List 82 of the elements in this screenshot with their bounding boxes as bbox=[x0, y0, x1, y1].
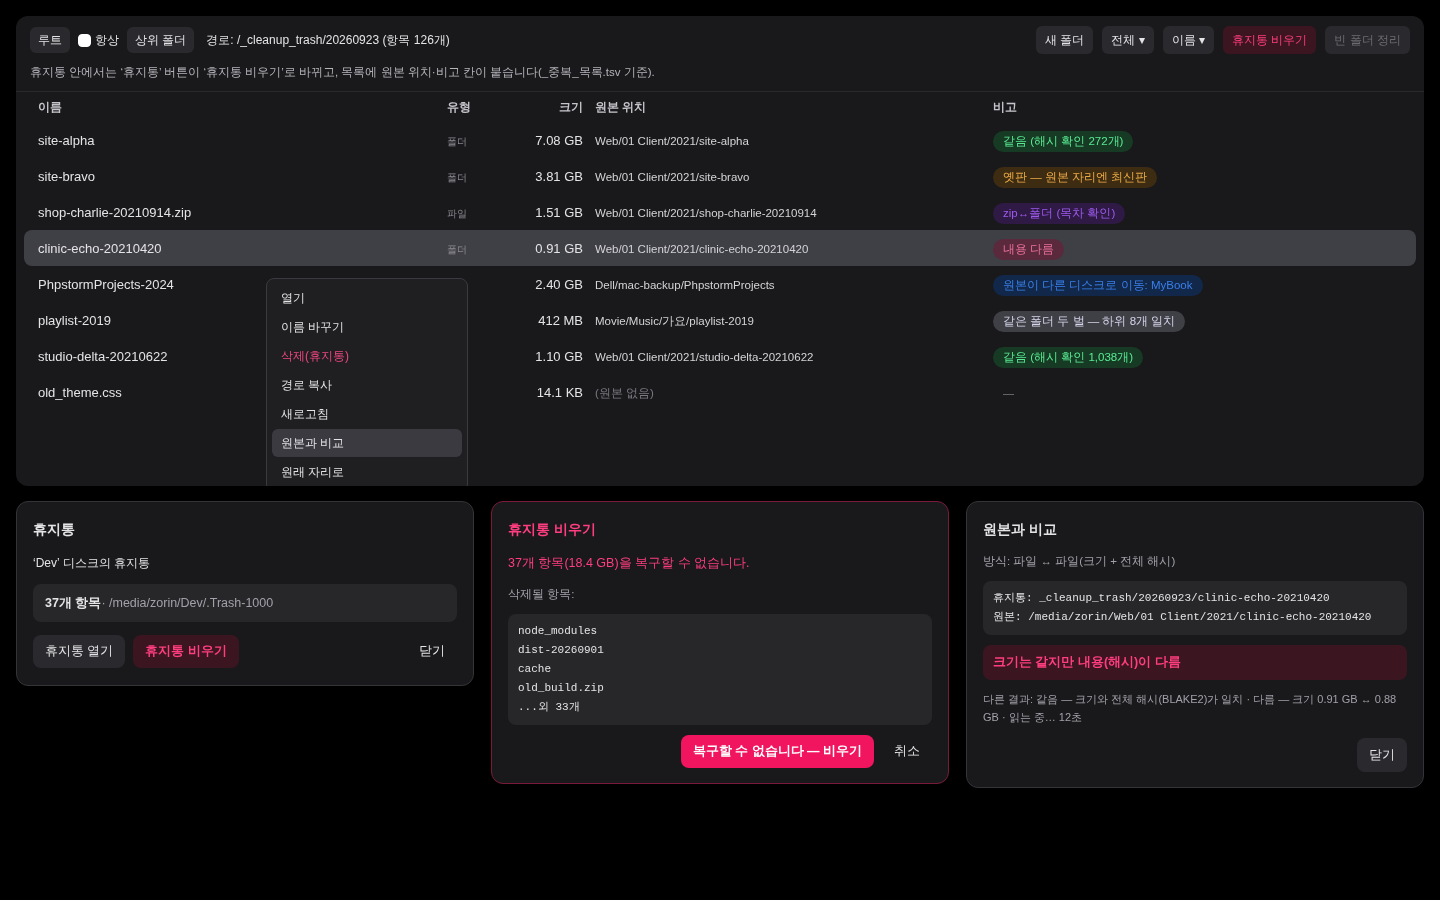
origin-cell: Web/01 Client/2021/studio-delta-20210622 bbox=[595, 351, 814, 364]
origin-cell: Web/01 Client/2021/site-alpha bbox=[595, 135, 749, 148]
name-cell: site-bravo bbox=[38, 169, 96, 185]
trash-info: 37개 항목· /media/zorin/Dev/.Trash-1000 bbox=[33, 584, 457, 622]
trash-path: 휴지통: _cleanup_trash/20260923/clinic-echo-20210420 bbox=[993, 591, 1331, 607]
size-cell-text: 2.40 GB bbox=[534, 275, 583, 294]
status-tag: 내용 다름 bbox=[993, 239, 1065, 261]
column-header[interactable]: 유형 bbox=[447, 98, 507, 117]
size-cell-text: 1.10 GB bbox=[534, 347, 583, 366]
column-header[interactable]: 비고 bbox=[993, 98, 1402, 117]
menu-item[interactable]: 원본과 비교 bbox=[272, 429, 462, 457]
origin-path: 원본: /media/zorin/Web/01 Client/2021/clinic-echo-20210420 bbox=[993, 610, 1373, 626]
legend-text: 다른 결과: 같음 — 크기와 전체 해시(BLAKE2)가 일치 · 다름 — 크기 0.91 GB ↔ 0.88 GB · 읽는 중… 12초 bbox=[983, 692, 1398, 726]
status-tag: zip↔폴더 (목차 확인) bbox=[993, 203, 1126, 225]
name-cell: clinic-echo-20210420 bbox=[38, 241, 162, 257]
path-label: 경로: /_cleanup_trash/20260923 (항목 126개) bbox=[206, 32, 450, 49]
status-tag: 옛판 — 원본 자리엔 최신판 bbox=[993, 167, 1158, 189]
name-cell: shop-charlie-20210914.zip bbox=[38, 205, 192, 221]
status-tag: 같음 (해시 확인 1,038개) bbox=[993, 347, 1144, 369]
name-cell: playlist-2019 bbox=[38, 313, 111, 329]
name-cell: studio-delta-20210622 bbox=[38, 349, 168, 365]
name-cell: site-alpha bbox=[38, 133, 95, 149]
confirm-empty-button[interactable]: 복구할 수 없습니다 — 비우기 bbox=[680, 735, 874, 768]
method-text: 방식: 파일 ↔ 파일(크기 + 전체 해시) bbox=[983, 554, 1177, 569]
dialog-title: 원본과 비교 bbox=[983, 520, 1058, 539]
size-cell-text: 3.81 GB bbox=[534, 167, 583, 186]
deleted-item: cache bbox=[518, 662, 552, 677]
parent-folder-button[interactable]: 상위 폴더 bbox=[127, 27, 195, 53]
column-header[interactable]: 크기 bbox=[507, 98, 583, 117]
type-cell: 폴더 bbox=[447, 172, 467, 184]
deleted-item: ...외 33개 bbox=[518, 700, 581, 715]
name-cell: old_theme.css bbox=[38, 385, 122, 401]
close-button[interactable]: 닫기 bbox=[1357, 738, 1407, 773]
card-title: 휴지통 bbox=[33, 520, 76, 539]
size-cell-text: 1.51 GB bbox=[534, 203, 583, 222]
table-row[interactable]: clinic-echo-20210420 폴더 0.91 GB Web/01 Client/2021/clinic-echo-20210420 내용 다름 bbox=[24, 230, 1416, 267]
open-trash-button[interactable]: 휴지통 열기 bbox=[33, 635, 126, 668]
size-cell-text: 7.08 GB bbox=[534, 131, 583, 150]
menu-item[interactable]: 열기 bbox=[272, 284, 462, 312]
menu-item[interactable]: 삭제(휴지통) bbox=[272, 342, 462, 370]
dialog-title: 휴지통 비우기 bbox=[508, 520, 597, 539]
empty-trash-button[interactable]: 휴지통 비우기 bbox=[133, 635, 239, 668]
always-label: 항상 bbox=[95, 32, 119, 49]
toolbar-button[interactable]: 전체 ▾ bbox=[1102, 26, 1154, 54]
origin-cell: Dell/mac-backup/PhpstormProjects bbox=[595, 279, 775, 292]
result-banner: 크기는 같지만 내용(해시)이 다름 bbox=[983, 645, 1407, 681]
status-tag: 같은 폴더 두 벌 — 하위 8개 일치 bbox=[993, 311, 1186, 333]
column-header[interactable]: 원본 위치 bbox=[583, 98, 993, 117]
name-cell: PhpstormProjects-2024 bbox=[38, 277, 174, 293]
size-cell-text: 412 MB bbox=[537, 311, 583, 330]
type-cell: 폴더 bbox=[447, 244, 467, 256]
empty-note: — bbox=[1002, 387, 1014, 400]
menu-item[interactable]: 새로고침 bbox=[272, 400, 462, 428]
status-tag: 같음 (해시 확인 272개) bbox=[993, 131, 1134, 153]
deleted-item: node_modules bbox=[518, 624, 599, 639]
status-tag: 원본이 다른 디스크로 이동: MyBook bbox=[993, 275, 1203, 297]
size-cell-text: 14.1 KB bbox=[535, 383, 583, 402]
origin-cell: Web/01 Client/2021/clinic-echo-20210420 bbox=[595, 243, 809, 256]
card-subtitle: ‘Dev’ 디스크의 휴지통 bbox=[33, 555, 151, 572]
deleted-item: old_build.zip bbox=[518, 681, 605, 696]
notice-text: 휴지통 안에서는 ‘휴지통’ 버튼이 ‘휴지통 비우기’로 바뀌고, 목록에 원본 위치·비고 칸이 붙습니다(_중복_목록.tsv 기준). bbox=[29, 65, 656, 80]
close-button[interactable]: 닫기 bbox=[407, 635, 457, 668]
menu-item[interactable]: 이름 바꾸기 bbox=[272, 313, 462, 341]
warning-text: 37개 항목(18.4 GB)을 복구할 수 없습니다. bbox=[508, 555, 751, 572]
menu-item[interactable]: 원래 자리로 bbox=[272, 458, 462, 486]
origin-cell: Movie/Music/가요/playlist-2019 bbox=[595, 315, 754, 328]
toolbar-button[interactable]: 이름 ▾ bbox=[1162, 26, 1214, 54]
root-button[interactable]: 루트 bbox=[30, 27, 70, 53]
menu-item[interactable]: 경로 복사 bbox=[272, 371, 462, 399]
origin-cell: Web/01 Client/2021/site-bravo bbox=[595, 171, 750, 184]
size-cell-text: 0.91 GB bbox=[534, 239, 583, 258]
toolbar-button[interactable]: 휴지통 비우기 bbox=[1223, 26, 1317, 54]
type-cell: 폴더 bbox=[447, 136, 467, 148]
always-checkbox[interactable] bbox=[78, 33, 91, 47]
deleted-item: dist-20260901 bbox=[518, 643, 605, 658]
type-cell: 파일 bbox=[447, 208, 467, 220]
column-header[interactable]: 이름 bbox=[38, 98, 447, 117]
list-label: 삭제될 항목: bbox=[508, 586, 576, 602]
origin-cell: Web/01 Client/2021/shop-charlie-20210914 bbox=[595, 207, 817, 220]
toolbar-button[interactable]: 새 폴더 bbox=[1035, 26, 1094, 54]
cancel-button[interactable]: 취소 bbox=[882, 735, 932, 768]
origin-cell: (원본 없음) bbox=[595, 387, 654, 400]
